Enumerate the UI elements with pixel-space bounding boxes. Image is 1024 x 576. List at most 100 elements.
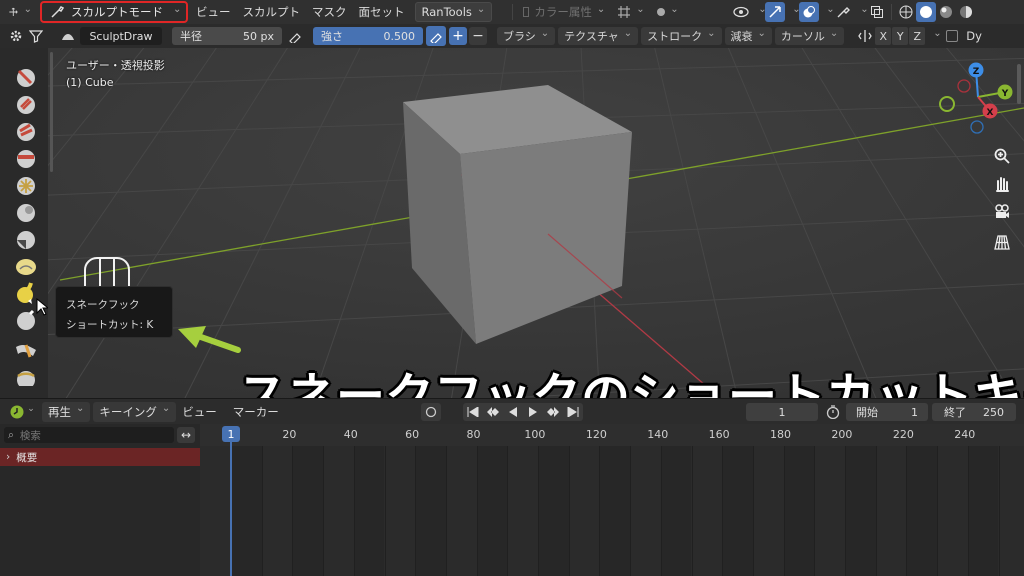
tool-settings-icon[interactable]: [6, 26, 26, 46]
layer-icon: [17, 150, 35, 168]
marker-menu[interactable]: マーカー: [227, 402, 285, 422]
transform-gizmo-menu[interactable]: [0, 2, 38, 22]
symmetry-x-toggle[interactable]: X: [875, 27, 892, 45]
transform-icon: [9, 7, 18, 16]
material-shading-icon[interactable]: [936, 2, 956, 22]
prev-keyframe-icon[interactable]: [483, 403, 503, 421]
ruler-tick-label: 100: [524, 428, 546, 441]
symmetry-z-toggle[interactable]: Z: [909, 27, 926, 45]
rendered-shading-icon[interactable]: [956, 2, 976, 22]
filter-icon[interactable]: [26, 26, 46, 46]
playhead[interactable]: [230, 442, 232, 576]
tool-blob[interactable]: [12, 199, 40, 225]
tool-pose[interactable]: [12, 336, 40, 362]
menu-mask[interactable]: マスク: [306, 2, 353, 22]
snake-hook-icon: [17, 282, 33, 304]
swap-icon[interactable]: ↔: [177, 427, 195, 443]
3d-viewport[interactable]: Z Y X ユーザー・透視投影 (1) Cube スネークフックのショートカット…: [0, 48, 1024, 398]
add-mode-button[interactable]: +: [449, 27, 467, 45]
brush-menu[interactable]: ブラシ: [497, 27, 556, 45]
symmetry-y-toggle[interactable]: Y: [892, 27, 909, 45]
zoom-button[interactable]: [988, 142, 1016, 170]
viewport-canvas[interactable]: Z Y X: [0, 48, 1024, 398]
toolshelf-scrollbar[interactable]: [50, 52, 53, 172]
summary-channel[interactable]: › 概要: [0, 448, 200, 466]
jump-start-icon[interactable]: [463, 403, 483, 421]
grid-band: [416, 446, 446, 576]
symmetry-icon: [855, 26, 875, 46]
grid-band: [846, 446, 876, 576]
grid-band: [354, 446, 385, 576]
rantools-menu[interactable]: RanTools: [414, 2, 493, 22]
solid-shading-icon[interactable]: [916, 2, 937, 22]
record-button[interactable]: [420, 402, 441, 421]
cursor-menu[interactable]: カーソル: [774, 27, 845, 45]
dyntopo-checkbox[interactable]: [946, 30, 959, 42]
play-reverse-icon[interactable]: [503, 403, 523, 421]
grid-line: [630, 446, 632, 576]
perspective-toggle-button[interactable]: [988, 228, 1016, 256]
frame-ruler[interactable]: 20 40 60 80 100 120 140 160 180 200 220 240: [200, 424, 1024, 446]
gizmo-dropdown[interactable]: [785, 2, 799, 22]
color-attribute-label: カラー属性: [534, 5, 592, 19]
grid-band: [723, 446, 753, 576]
start-frame-field[interactable]: 開始 1: [846, 403, 928, 421]
visibility-dropdown[interactable]: [751, 2, 765, 22]
symmetry-menu[interactable]: [611, 2, 651, 22]
preview-range-icon[interactable]: [823, 402, 843, 422]
tool-crease[interactable]: [12, 226, 40, 252]
next-keyframe-icon[interactable]: [543, 403, 563, 421]
tool-layer[interactable]: [12, 145, 40, 171]
symmetry-options-dropdown[interactable]: [926, 26, 940, 46]
viewport-scrollbar[interactable]: [1017, 64, 1021, 104]
strength-pressure-icon[interactable]: [426, 26, 446, 46]
jump-end-icon[interactable]: [563, 403, 583, 421]
brush-overlay-icon[interactable]: [833, 2, 853, 22]
tool-draw-sharp[interactable]: [12, 64, 40, 90]
menu-sculpt[interactable]: スカルプト: [237, 2, 307, 22]
color-attribute-menu[interactable]: カラー属性: [517, 2, 611, 22]
current-frame-field[interactable]: 1: [746, 403, 818, 421]
tool-nudge[interactable]: [12, 366, 40, 386]
falloff-menu[interactable]: 減衰: [724, 27, 772, 45]
dyntopo-menu[interactable]: [651, 2, 685, 22]
overlay-dropdown[interactable]: [819, 2, 833, 22]
overlay-toggle-icon[interactable]: [799, 2, 820, 22]
menu-view[interactable]: ビュー: [190, 2, 237, 22]
visibility-icon[interactable]: [731, 2, 751, 22]
playback-menu[interactable]: 再生: [42, 401, 91, 422]
wireframe-shading-icon[interactable]: [896, 2, 916, 22]
strength-field[interactable]: 強さ 0.500: [313, 27, 423, 45]
ruler-tick-label: 160: [708, 428, 730, 441]
camera-view-button[interactable]: [988, 198, 1016, 226]
smooth-icon: [16, 259, 36, 275]
editor-type-button[interactable]: ⌄: [8, 402, 36, 422]
view-menu[interactable]: ビュー: [176, 402, 223, 422]
mode-select-dropdown[interactable]: スカルプトモード ⌄: [40, 1, 188, 23]
xray-icon[interactable]: [867, 2, 887, 22]
tool-smooth[interactable]: [12, 253, 40, 279]
menu-face-sets[interactable]: 面セット: [353, 2, 411, 22]
start-label: 開始: [856, 406, 878, 419]
tool-inflate[interactable]: [12, 172, 40, 198]
ruler-tick-label: 240: [954, 428, 976, 441]
subtract-mode-button[interactable]: −: [469, 27, 487, 45]
gizmo-toggle-icon[interactable]: [765, 2, 786, 22]
brush-overlay-dropdown[interactable]: [853, 2, 867, 22]
dopesheet-region[interactable]: 20 40 60 80 100 120 140 160 180 200 220 240 1: [200, 424, 1024, 576]
ruler-tick-label: 180: [770, 428, 792, 441]
nudge-icon: [17, 371, 35, 386]
end-frame-field[interactable]: 終了 250: [932, 403, 1016, 421]
texture-menu[interactable]: テクスチャ: [558, 27, 639, 45]
current-frame-marker[interactable]: 1: [222, 426, 240, 442]
search-input[interactable]: ⌕ 検索: [4, 427, 174, 443]
stroke-menu[interactable]: ストローク: [641, 27, 722, 45]
pan-button[interactable]: [988, 170, 1016, 198]
brush-name-field[interactable]: SculptDraw: [80, 27, 162, 45]
tool-clay-strips[interactable]: [12, 118, 40, 144]
tool-clay[interactable]: [12, 91, 40, 117]
radius-pressure-icon[interactable]: [285, 26, 305, 46]
keying-menu[interactable]: キーイング: [93, 401, 177, 422]
play-icon[interactable]: [523, 403, 543, 421]
radius-field[interactable]: 半径 50 px: [172, 27, 282, 45]
